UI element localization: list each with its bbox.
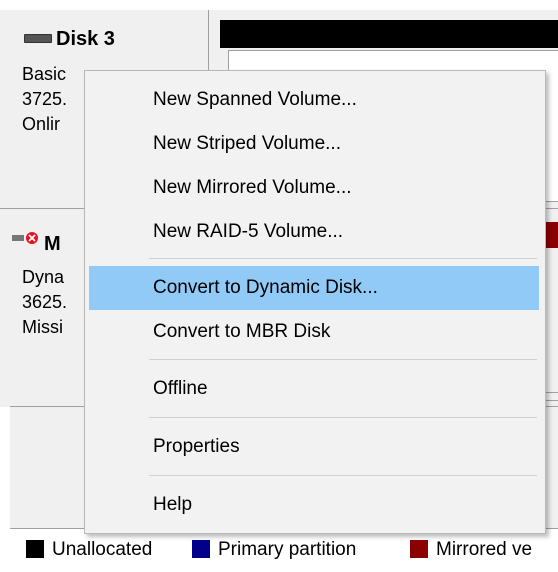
menu-item-convert-to-mbr-disk[interactable]: Convert to MBR Disk — [89, 310, 539, 354]
legend-label: Unallocated — [52, 539, 153, 560]
menu-separator — [149, 359, 537, 360]
menu-item-new-raid5-volume[interactable]: New RAID-5 Volume... — [89, 210, 539, 254]
disk-status: Missi — [22, 317, 63, 337]
legend: Unallocated Primary partition Mirrored v… — [10, 528, 558, 572]
disk-title: Disk 3 — [56, 28, 115, 50]
disk-type: Dyna — [22, 267, 65, 287]
legend-label: Mirrored ve — [436, 539, 533, 560]
legend-swatch — [410, 540, 428, 558]
menu-separator — [149, 258, 537, 259]
menu-item-help[interactable]: Help — [89, 483, 539, 527]
drive-icon — [24, 34, 52, 43]
menu-item-new-spanned-volume[interactable]: New Spanned Volume... — [89, 78, 539, 122]
legend-swatch — [26, 540, 44, 558]
legend-swatch — [192, 540, 210, 558]
menu-item-offline[interactable]: Offline — [89, 367, 539, 411]
menu-item-convert-to-dynamic-disk[interactable]: Convert to Dynamic Disk... — [89, 266, 539, 310]
menu-item-properties[interactable]: Properties — [89, 425, 539, 469]
context-menu: New Spanned Volume... New Striped Volume… — [84, 70, 546, 534]
disk-size: 3625. — [22, 292, 68, 312]
menu-separator — [149, 417, 537, 418]
disk-size: 3725. — [22, 89, 68, 109]
disk-status: Onlir — [22, 114, 61, 134]
legend-item-mirrored: Mirrored ve — [410, 539, 532, 561]
menu-separator — [149, 475, 537, 476]
legend-item-unallocated: Unallocated — [26, 539, 152, 561]
disk-type: Basic — [22, 64, 67, 84]
missing-disk-icon — [12, 232, 38, 244]
unallocated-partition-header[interactable] — [220, 20, 558, 48]
menu-item-new-mirrored-volume[interactable]: New Mirrored Volume... — [89, 166, 539, 210]
legend-item-primary: Primary partition — [192, 539, 356, 561]
legend-label: Primary partition — [218, 539, 357, 560]
disk-title: M — [44, 233, 61, 255]
menu-item-new-striped-volume[interactable]: New Striped Volume... — [89, 122, 539, 166]
